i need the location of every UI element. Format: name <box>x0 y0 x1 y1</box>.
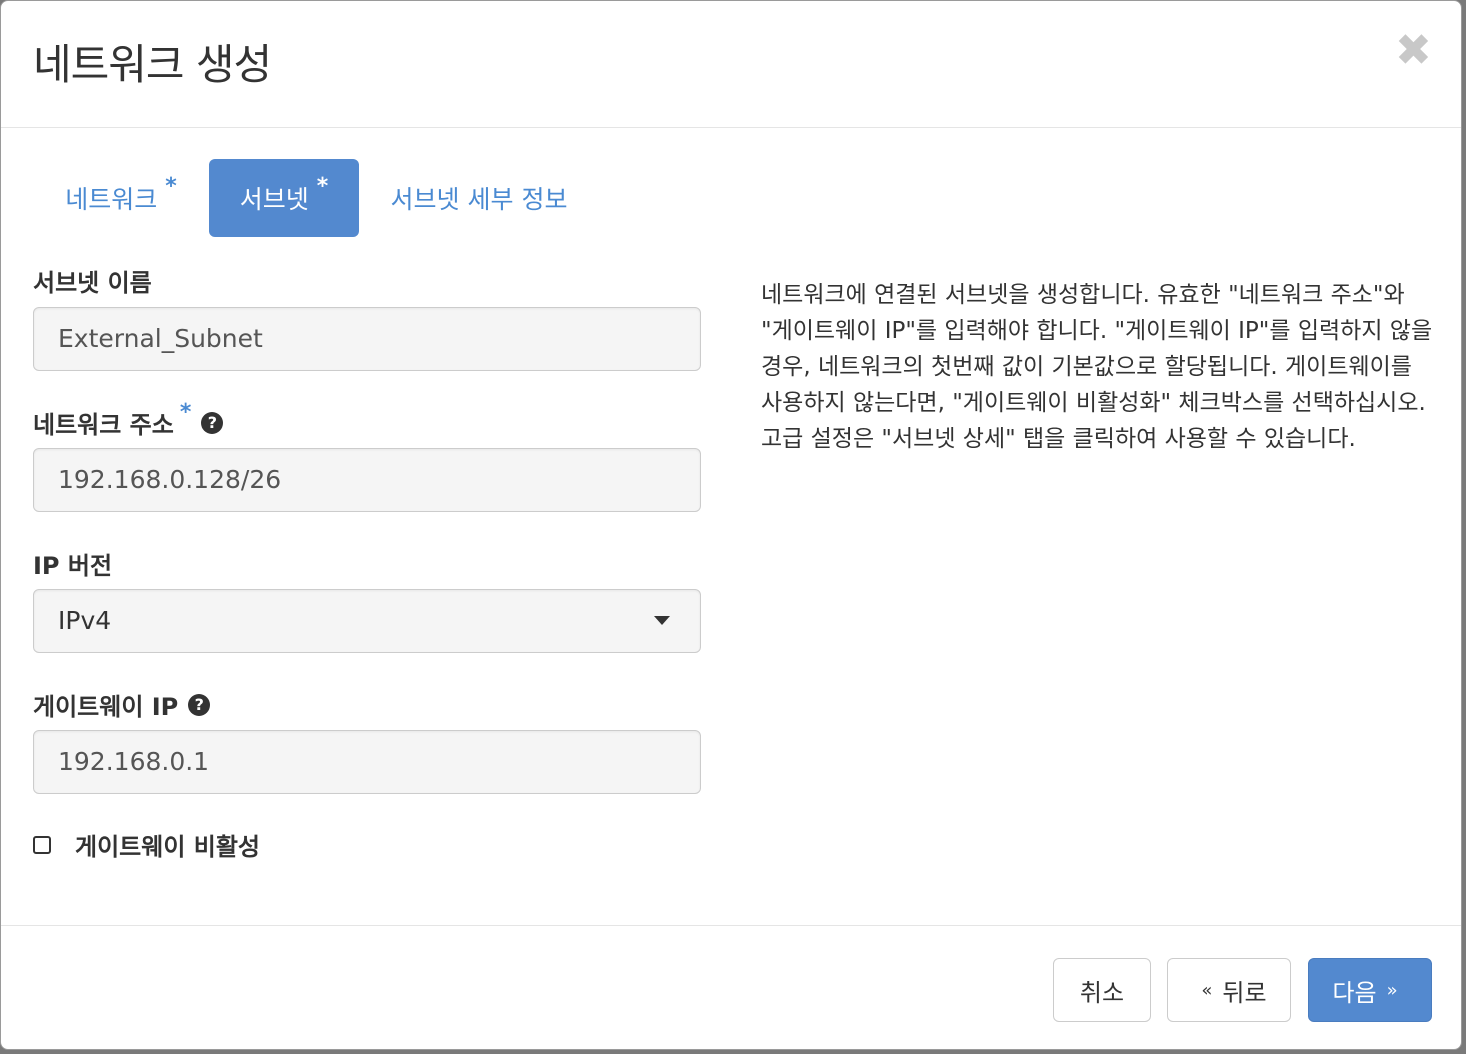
subnet-name-label: 서브넷 이름 <box>33 263 152 298</box>
question-circle-icon[interactable]: ? <box>188 693 211 716</box>
ip-version-select[interactable]: IPv4 <box>33 589 701 653</box>
disable-gateway-checkbox[interactable] <box>33 835 51 854</box>
next-button-label: 다음 <box>1332 978 1377 1007</box>
network-address-input[interactable]: 192.168.0.128/26 <box>33 448 701 512</box>
tab-subnet-label: 서브넷 <box>239 185 309 214</box>
gateway-ip-input[interactable]: 192.168.0.1 <box>33 730 701 794</box>
gateway-ip-label-text: 게이트웨이 IP <box>33 693 179 721</box>
tab-subnet-details[interactable]: 서브넷 세부 정보 <box>359 159 599 237</box>
gateway-ip-label: 게이트웨이 IP ? <box>33 687 211 722</box>
next-button[interactable]: 다음 » <box>1308 958 1432 1022</box>
subnet-name-input[interactable]: External_Subnet <box>33 307 701 371</box>
question-circle-icon[interactable]: ? <box>201 411 224 434</box>
tab-network-label: 네트워크 <box>65 185 158 214</box>
ip-version-label-text: IP 버전 <box>33 552 113 580</box>
back-button-label: 뒤로 <box>1222 978 1267 1007</box>
subnet-name-label-text: 서브넷 이름 <box>33 269 152 297</box>
chevron-left-icon: « <box>1201 979 1213 1001</box>
required-marker: * <box>179 400 192 425</box>
dialog-header: 네트워크 생성 ✖ <box>1 1 1461 128</box>
close-icon[interactable]: ✖ <box>1395 29 1432 73</box>
tab-subnet-details-label: 서브넷 세부 정보 <box>390 185 568 214</box>
create-network-dialog: 네트워크 생성 ✖ 네트워크 * 서브넷 * 서브넷 세부 정보 서브넷 이름 … <box>0 0 1462 1050</box>
required-marker: * <box>165 173 177 199</box>
dialog-footer: 취소 « 뒤로 다음 » <box>1 925 1461 1049</box>
subnet-help-text: 네트워크에 연결된 서브넷을 생성합니다. 유효한 "네트워크 주소"와 "게이… <box>761 282 1433 452</box>
required-marker: * <box>316 173 329 199</box>
ip-version-selected: IPv4 <box>58 606 112 635</box>
disable-gateway-label[interactable]: 게이트웨이 비활성 <box>75 827 260 862</box>
back-button[interactable]: « 뒤로 <box>1167 958 1291 1022</box>
caret-down-icon <box>654 616 670 625</box>
network-address-label-text: 네트워크 주소 <box>33 411 174 439</box>
chevron-right-icon: » <box>1386 979 1398 1001</box>
cancel-button-label: 취소 <box>1079 978 1125 1007</box>
ip-version-label: IP 버전 <box>33 546 112 581</box>
disable-gateway-row: 게이트웨이 비활성 <box>33 827 260 862</box>
network-address-label: 네트워크 주소 * ? <box>33 400 224 440</box>
tab-subnet[interactable]: 서브넷 * <box>209 159 359 237</box>
tab-network[interactable]: 네트워크 * <box>33 159 209 237</box>
cancel-button[interactable]: 취소 <box>1053 958 1151 1022</box>
dialog-title: 네트워크 생성 <box>33 40 272 89</box>
